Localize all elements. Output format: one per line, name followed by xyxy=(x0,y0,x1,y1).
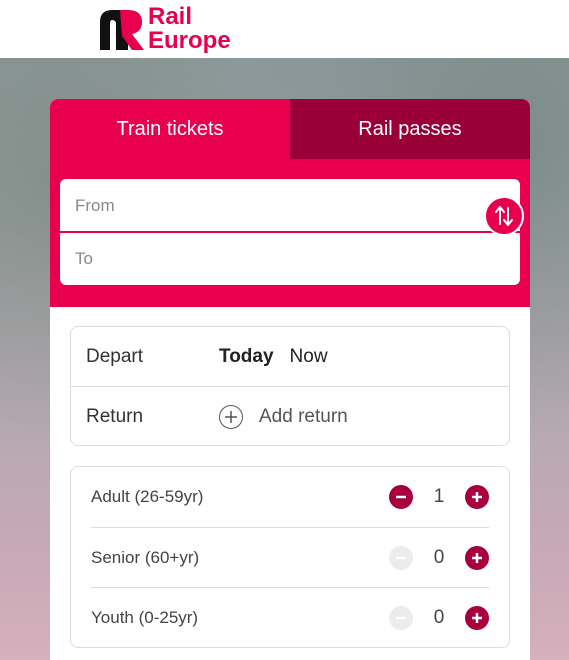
minus-icon xyxy=(396,495,406,499)
passenger-row-adult: Adult (26-59yr) 1 xyxy=(91,467,489,527)
logo-text-line2: Europe xyxy=(148,27,231,54)
to-field[interactable]: To xyxy=(60,232,520,285)
depart-time[interactable]: Now xyxy=(290,346,328,368)
add-return-plus-icon[interactable] xyxy=(219,404,243,429)
passenger-label: Senior (60+yr) xyxy=(91,547,200,567)
plus-button[interactable] xyxy=(465,485,489,509)
minus-button[interactable] xyxy=(389,485,413,509)
swap-vertical-icon xyxy=(495,206,513,226)
from-field[interactable]: From xyxy=(60,179,520,232)
passenger-label: Youth (0-25yr) xyxy=(91,607,199,627)
rail-europe-logo[interactable]: Rail Europe xyxy=(98,4,231,54)
tab-rail-passes[interactable]: Rail passes xyxy=(290,99,530,159)
passenger-count: 0 xyxy=(433,546,445,568)
depart-day[interactable]: Today xyxy=(219,346,274,368)
plus-button[interactable] xyxy=(465,605,489,630)
logo-text: Rail Europe xyxy=(148,5,231,53)
search-card: Train tickets Rail passes From To Depart… xyxy=(50,99,530,660)
tab-train-tickets[interactable]: Train tickets xyxy=(50,99,290,159)
route-divider xyxy=(60,231,520,233)
passenger-label: Adult (26-59yr) xyxy=(91,487,204,506)
dates-section: Depart Today Now Return Add return xyxy=(70,326,510,446)
minus-button[interactable] xyxy=(389,605,413,630)
plus-icon xyxy=(472,552,482,563)
passenger-stepper: 0 xyxy=(389,605,489,630)
passenger-count: 0 xyxy=(433,606,445,628)
minus-icon xyxy=(396,556,406,559)
logo-mark-icon xyxy=(98,6,144,52)
depart-label: Depart xyxy=(86,345,144,367)
product-tabs: Train tickets Rail passes xyxy=(50,99,530,159)
passenger-count: 1 xyxy=(433,486,445,507)
route-box: From To xyxy=(60,179,520,285)
passenger-stepper: 1 xyxy=(389,485,489,509)
passengers-section: Adult (26-59yr) 1 Senior (60+yr) 0 Youth… xyxy=(70,466,510,648)
logo-text-line1: Rail xyxy=(148,3,193,30)
site-header: Rail Europe xyxy=(0,0,569,58)
plus-button[interactable] xyxy=(465,545,489,570)
passenger-stepper: 0 xyxy=(389,545,489,570)
minus-icon xyxy=(396,616,406,619)
add-return-button[interactable]: Add return xyxy=(259,406,348,428)
passenger-row-youth: Youth (0-25yr) 0 xyxy=(91,587,489,647)
return-row[interactable]: Return Add return xyxy=(71,386,509,446)
swap-button[interactable] xyxy=(484,196,524,236)
minus-button[interactable] xyxy=(389,545,413,570)
plus-icon xyxy=(472,612,482,623)
route-panel: From To xyxy=(50,159,530,307)
depart-row[interactable]: Depart Today Now xyxy=(71,327,509,386)
passenger-row-senior: Senior (60+yr) 0 xyxy=(91,527,489,587)
plus-icon xyxy=(472,492,482,502)
return-label: Return xyxy=(86,405,144,427)
